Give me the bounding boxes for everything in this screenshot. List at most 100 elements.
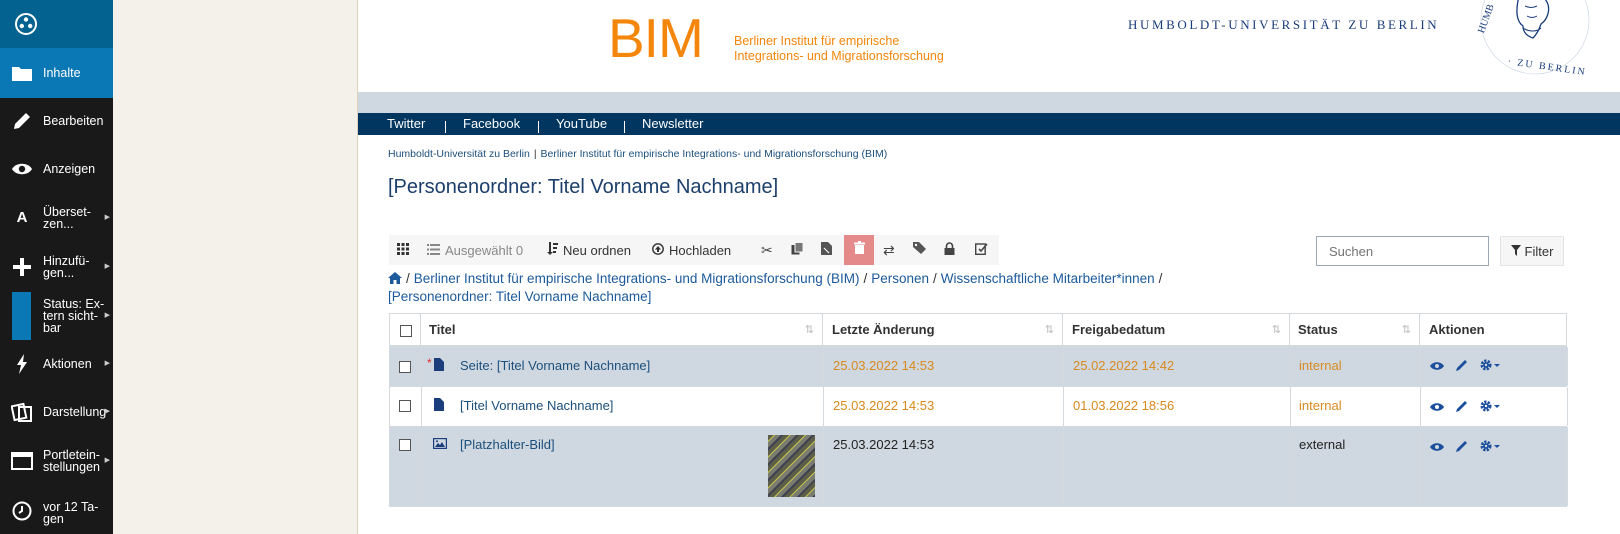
column-header-title[interactable]: Titel ⇅ (421, 313, 823, 347)
filter-button[interactable]: Filter (1500, 236, 1564, 266)
table-row[interactable]: [Titel Vorname Nachname] 25.03.2022 14:5… (389, 387, 1568, 427)
column-header-actions: Aktionen (1420, 313, 1567, 347)
chevron-right-icon: ▶ (104, 214, 110, 221)
column-header-label: Letzte Änderung (832, 322, 935, 337)
edit-check-icon (974, 242, 993, 258)
item-title-link[interactable]: Seite: [Titel Vorname Nachname] (460, 358, 650, 373)
tag-icon (913, 242, 932, 258)
nav-link-youtube[interactable]: YouTube (556, 116, 607, 131)
toolbar-item-label: Aktionen (43, 357, 92, 371)
toolbar-item-anzeigen[interactable]: Anzeigen (0, 146, 113, 192)
published-date: 25.02.2022 14:42 (1064, 347, 1291, 386)
view-icon[interactable] (1430, 400, 1444, 415)
university-name[interactable]: HUMBOLDT-UNIVERSITÄT ZU BERLIN (1128, 17, 1439, 33)
path-current[interactable]: [Personenordner: Titel Vorname Nachname] (388, 289, 651, 304)
edit-icon[interactable] (1456, 440, 1468, 455)
cut-button[interactable]: ✂ (761, 235, 773, 265)
university-seal[interactable]: · ZU BERLIN HUMB (1475, 0, 1595, 87)
column-header-modified[interactable]: Letzte Änderung ⇅ (823, 313, 1063, 347)
selected-count: Ausgewählt 0 (445, 242, 524, 258)
chevron-right-icon: ▶ (104, 360, 110, 367)
workflow-state-button[interactable] (944, 235, 960, 265)
nav-link-newsletter[interactable]: Newsletter (642, 116, 703, 131)
row-checkbox[interactable] (399, 439, 411, 451)
sort-icon (546, 242, 563, 258)
gear-dropdown-icon[interactable] (1480, 440, 1502, 455)
view-icon[interactable] (1430, 440, 1444, 455)
gear-dropdown-icon[interactable] (1480, 359, 1502, 374)
plone-logo-button[interactable] (0, 0, 113, 48)
bim-logo-subtitle[interactable]: Berliner Institut für empirische Integra… (734, 34, 944, 64)
folder-icon (10, 61, 34, 85)
translate-icon: A (16, 209, 28, 226)
paste-button[interactable] (821, 235, 837, 265)
properties-button[interactable] (974, 235, 993, 265)
toolbar-item-label: Hinzufü-gen... (43, 254, 90, 280)
column-header-label: Aktionen (1429, 322, 1485, 337)
row-checkbox[interactable] (399, 400, 411, 412)
edit-icon[interactable] (1456, 359, 1468, 374)
bim-logo[interactable]: BIM (608, 6, 704, 70)
table-row[interactable]: * Seite: [Titel Vorname Nachname] 25.03.… (389, 347, 1568, 387)
toolbar-item-label: Darstellung (43, 405, 107, 419)
toolbar-item-label: Portletein-stellungen (43, 448, 100, 474)
thumbnail-image[interactable] (768, 435, 815, 497)
delete-button[interactable] (844, 235, 874, 265)
edit-icon[interactable] (1456, 400, 1468, 415)
toolbar-item-label: Inhalte (43, 66, 81, 80)
breadcrumb-link[interactable]: Berliner Institut für empirische Integra… (541, 148, 888, 160)
nav-link-facebook[interactable]: Facebook (463, 116, 520, 131)
path-link[interactable]: Berliner Institut für empirische Integra… (414, 271, 860, 286)
grid-toggle-button[interactable] (397, 235, 414, 265)
scissors-icon: ✂ (761, 241, 773, 258)
toolbar-item-aktionen[interactable]: Aktionen ▶ (0, 342, 113, 386)
view-icon[interactable] (1430, 359, 1444, 374)
nav-link-twitter[interactable]: Twitter (387, 116, 425, 131)
copy-button[interactable] (791, 235, 809, 265)
published-date (1064, 427, 1291, 506)
rename-button[interactable]: ⇄ (883, 235, 895, 265)
display-icon (10, 400, 34, 424)
item-title-link[interactable]: [Platzhalter-Bild] (460, 437, 555, 452)
gear-dropdown-icon[interactable] (1480, 400, 1502, 415)
chevron-right-icon: ▶ (104, 312, 110, 319)
selected-button[interactable]: Ausgewählt 0 (427, 235, 523, 265)
path-link[interactable]: Wissenschaftliche Mitarbeiter*innen (941, 271, 1155, 286)
select-all-cell (389, 313, 421, 347)
path-link[interactable]: Personen (871, 271, 929, 286)
toolbar-item-bearbeiten[interactable]: Bearbeiten (0, 98, 113, 144)
modified-date: 25.03.2022 14:53 (824, 387, 1064, 426)
document-icon (434, 398, 444, 414)
sort-icon: ⇅ (1401, 324, 1411, 336)
list-icon (427, 243, 445, 258)
home-icon[interactable] (388, 271, 402, 286)
breadcrumb-link[interactable]: Humboldt-Universität zu Berlin (388, 148, 530, 160)
select-all-checkbox[interactable] (400, 325, 412, 337)
left-column (113, 0, 358, 534)
toolbar-item-inhalte[interactable]: Inhalte (0, 48, 113, 98)
column-header-status[interactable]: Status ⇅ (1290, 313, 1420, 347)
chevron-right-icon: ▶ (104, 263, 110, 270)
filter-label: Filter (1524, 243, 1554, 259)
tags-button[interactable] (913, 235, 932, 265)
toolbar-item-portlets[interactable]: Portletein-stellungen ▶ (0, 438, 113, 484)
row-checkbox[interactable] (399, 361, 411, 373)
nav-divider (538, 121, 539, 133)
toolbar-item-history[interactable]: vor 12 Ta-gen (0, 488, 113, 534)
toolbar-item-status[interactable]: Status: Ex-tern sicht-bar ▶ (0, 292, 113, 340)
chevron-right-icon: ▶ (104, 408, 110, 415)
toolbar-item-darstellung[interactable]: Darstellung ▶ (0, 390, 113, 434)
search-input[interactable] (1316, 236, 1489, 266)
item-title-link[interactable]: [Titel Vorname Nachname] (460, 398, 613, 413)
toolbar-item-uebersetzen[interactable]: A Überset-zen... ▶ (0, 196, 113, 240)
column-header-label: Titel (429, 322, 456, 337)
upload-button[interactable]: Hochladen (652, 235, 731, 265)
toolbar-item-hinzufuegen[interactable]: Hinzufü-gen... ▶ (0, 244, 113, 290)
table-row[interactable]: [Platzhalter-Bild] 25.03.2022 14:53 exte… (389, 427, 1568, 507)
site-header: BIM Berliner Institut für empirische Int… (358, 0, 1620, 92)
reorder-button[interactable]: Neu ordnen (546, 235, 631, 265)
lock-icon (944, 242, 960, 258)
reorder-label: Neu ordnen (563, 242, 631, 258)
column-header-published[interactable]: Freigabedatum ⇅ (1063, 313, 1290, 347)
image-icon (433, 437, 448, 452)
